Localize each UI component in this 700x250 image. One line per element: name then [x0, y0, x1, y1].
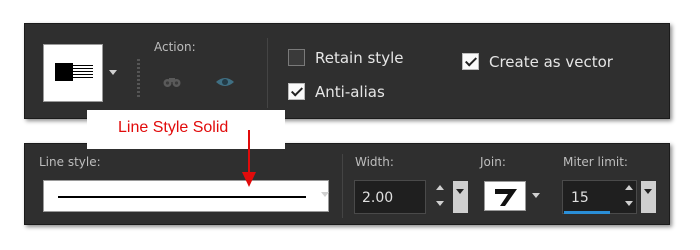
- miter-limit-label: Miter limit:: [563, 155, 628, 169]
- join-dropdown-chevron-icon[interactable]: [532, 193, 540, 198]
- annotation-arrow-icon: [242, 130, 256, 187]
- retain-style-checkbox[interactable]: [288, 49, 305, 66]
- join-label: Join:: [480, 155, 506, 169]
- miter-limit-focus-underline: [564, 211, 610, 214]
- brush-square-shape: [55, 63, 73, 81]
- divider: [267, 38, 268, 108]
- create-as-vector-checkbox[interactable]: [462, 53, 479, 70]
- miter-limit-spinner[interactable]: [624, 182, 635, 212]
- action-label: Action:: [154, 40, 196, 54]
- tool-options-bottom-panel: Line style: Width: 2.00 Join: Miter limi…: [24, 143, 670, 225]
- line-style-dropdown-chevron-icon[interactable]: [321, 192, 329, 197]
- binoculars-icon[interactable]: [163, 76, 181, 88]
- brush-dropdown-chevron-icon[interactable]: [109, 70, 117, 75]
- spin-down-arrow-icon[interactable]: [436, 201, 444, 206]
- width-dropdown-button[interactable]: [453, 181, 468, 213]
- annotation-text: Line Style Solid: [118, 119, 229, 136]
- eye-icon[interactable]: [215, 76, 235, 88]
- brush-lines-pattern: [73, 65, 93, 79]
- spin-up-arrow-icon[interactable]: [625, 185, 633, 190]
- anti-alias-checkbox[interactable]: [288, 83, 305, 100]
- divider: [342, 154, 343, 218]
- width-input[interactable]: 2.00: [354, 180, 426, 214]
- grip-handle[interactable]: [137, 59, 140, 97]
- retain-style-label: Retain style: [315, 49, 404, 67]
- line-style-label: Line style:: [39, 155, 101, 169]
- width-spinner[interactable]: [435, 182, 446, 212]
- tool-options-top-panel: Action: Retain style Anti-alias Create a…: [24, 23, 670, 119]
- width-label: Width:: [355, 155, 394, 169]
- join-selector[interactable]: [484, 181, 526, 211]
- miter-join-icon: [495, 189, 517, 206]
- spin-down-arrow-icon[interactable]: [625, 201, 633, 206]
- miter-limit-dropdown-button[interactable]: [641, 181, 656, 213]
- solid-line-preview: [58, 196, 306, 198]
- spin-up-arrow-icon[interactable]: [436, 185, 444, 190]
- line-style-selector[interactable]: [43, 180, 329, 212]
- brush-preview-swatch[interactable]: [43, 44, 103, 102]
- create-as-vector-label: Create as vector: [489, 53, 613, 71]
- anti-alias-label: Anti-alias: [315, 83, 385, 101]
